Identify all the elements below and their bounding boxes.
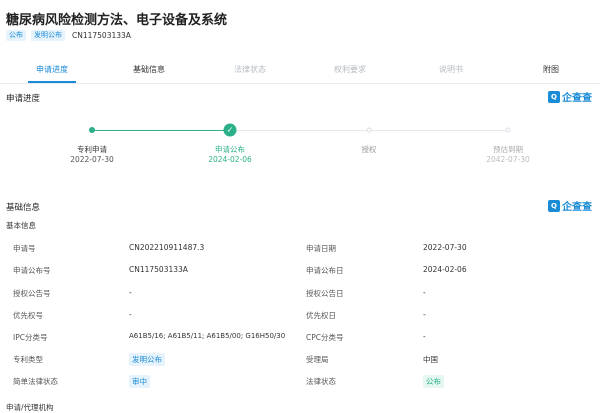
publication-number: CN117503133A <box>72 30 131 40</box>
tag-bar: 公布 发明公布 CN117503133A <box>6 29 131 41</box>
info-row: 申请公布号 CN117503133A 申请公布日 2024-02-06 <box>0 265 600 287</box>
progress-section-title: 申请进度 <box>6 94 41 104</box>
field-label: 申请日期 <box>306 244 336 253</box>
step-label-expiry: 预估到期 <box>493 145 523 154</box>
basic-subhead: 基本信息 <box>6 221 36 230</box>
brand-text: 企查查 <box>562 93 592 104</box>
step-label-filed: 专利申请 <box>77 145 107 154</box>
field-value: CN117503133A <box>129 265 188 274</box>
basic-section-title: 基础信息 <box>6 203 41 213</box>
qichacha-logo: Q 企查查 <box>548 90 592 104</box>
field-label: 简单法律状态 <box>13 377 58 386</box>
info-row: 授权公告号 - 授权公告日 - <box>0 288 600 310</box>
info-row: 优先权号 - 优先权日 - <box>0 310 600 332</box>
field-label: 授权公告号 <box>13 289 51 298</box>
progress-line-done <box>92 130 230 131</box>
type-badge: 发明公布 <box>31 29 65 41</box>
step-label-granted: 授权 <box>361 145 377 154</box>
step-date-published: 2024-02-06 <box>208 155 252 164</box>
field-label: 申请公布号 <box>13 266 51 275</box>
field-value: - <box>129 310 132 319</box>
field-label: 专利类型 <box>13 355 43 364</box>
field-label: 法律状态 <box>306 377 336 386</box>
legal-status-badge: 公布 <box>423 375 444 388</box>
step-dot-expiry <box>505 127 511 133</box>
field-label: 申请公布日 <box>306 266 344 275</box>
field-label: 授权公告日 <box>306 289 344 298</box>
field-value: 中国 <box>423 355 438 364</box>
qichacha-icon: Q <box>548 199 560 212</box>
info-row: 申请号 CN202210911487.3 申请日期 2022-07-30 <box>0 243 600 265</box>
brand-text: 企查查 <box>562 202 592 213</box>
tab-description[interactable]: 说明书 <box>439 64 463 75</box>
qichacha-logo-2: Q 企查查 <box>548 199 592 213</box>
step-dot-granted <box>366 127 372 133</box>
tab-progress[interactable]: 申请进度 <box>36 64 68 75</box>
agency-section-title: 申请/代理机构 <box>6 403 54 412</box>
field-value: 2024-02-06 <box>423 265 467 274</box>
status-badge: 公布 <box>6 29 26 41</box>
step-dot-filed <box>89 127 95 133</box>
field-value: - <box>423 288 426 297</box>
step-date-expiry: 2042-07-30 <box>486 155 530 164</box>
info-row: IPC分类号 A61B5/16; A61B5/11; A61B5/00; G16… <box>0 332 600 354</box>
field-label: CPC分类号 <box>306 333 344 342</box>
status-badge: 审中 <box>129 375 150 388</box>
field-label: 受理局 <box>306 355 329 364</box>
type-badge: 发明公布 <box>129 353 165 366</box>
field-value: 2022-07-30 <box>423 243 467 252</box>
tab-claims[interactable]: 权利要求 <box>334 64 366 75</box>
field-label: 优先权号 <box>13 311 43 320</box>
active-tab-underline <box>28 81 76 83</box>
field-label: IPC分类号 <box>13 333 48 342</box>
tab-bar: 申请进度 基础信息 法律状态 权利要求 说明书 附图 <box>0 54 600 84</box>
info-row: 简单法律状态 审中 法律状态 公布 <box>0 375 600 398</box>
step-label-published: 申请公布 <box>215 145 245 154</box>
field-label: 申请号 <box>13 244 36 253</box>
field-value: - <box>423 332 426 341</box>
tab-basic-info[interactable]: 基础信息 <box>133 64 165 75</box>
field-value: - <box>129 288 132 297</box>
checkmark-icon: ✓ <box>223 123 237 137</box>
tab-drawings[interactable]: 附图 <box>543 64 559 75</box>
progress-timeline: ✓ 专利申请 2022-07-30 申请公布 2024-02-06 授权 预估到… <box>0 122 600 172</box>
field-value: CN202210911487.3 <box>129 243 205 252</box>
field-value: - <box>423 310 426 319</box>
step-date-filed: 2022-07-30 <box>70 155 114 164</box>
qichacha-icon: Q <box>548 90 560 103</box>
field-label: 优先权日 <box>306 311 336 320</box>
field-value: A61B5/16; A61B5/11; A61B5/00; G16H50/30 <box>129 332 286 340</box>
info-row: 专利类型 发明公布 受理局 中国 <box>0 353 600 376</box>
patent-title: 糖尿病风险检测方法、电子设备及系统 <box>6 13 228 28</box>
tab-legal-status[interactable]: 法律状态 <box>234 64 266 75</box>
